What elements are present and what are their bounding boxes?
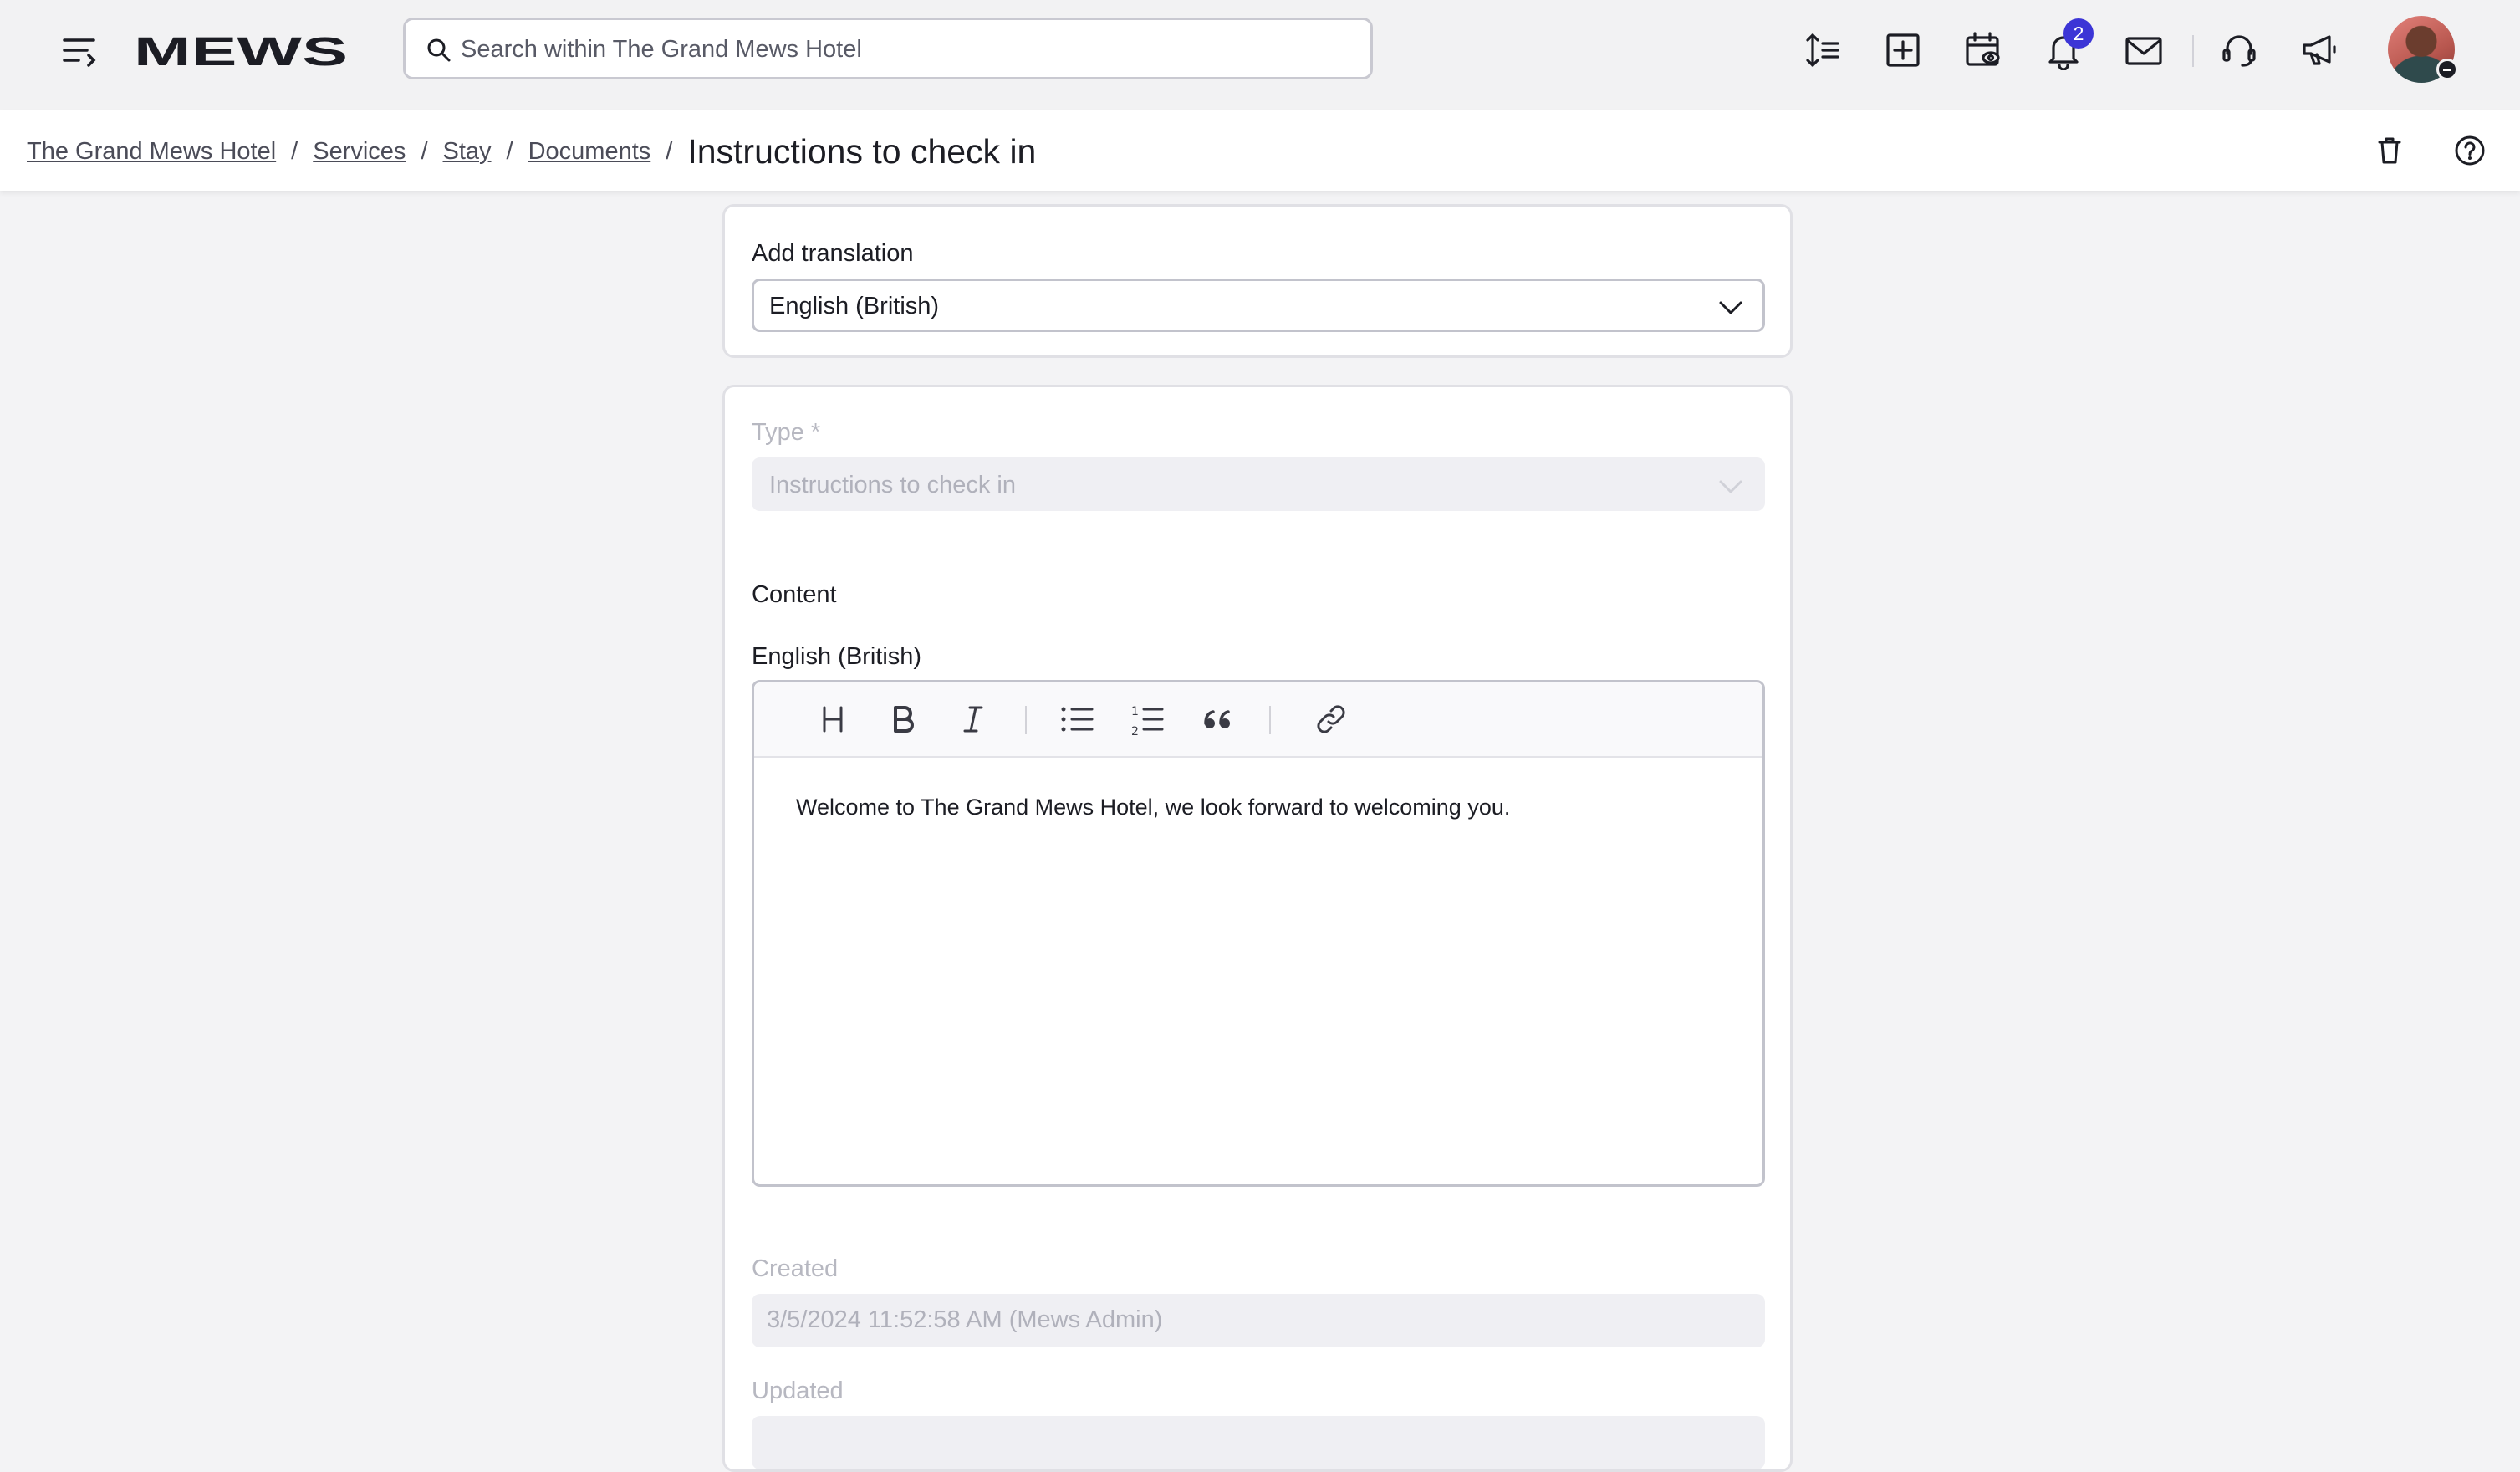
status-icon	[2436, 59, 2458, 80]
breadcrumb-separator: /	[291, 137, 298, 165]
quote-icon[interactable]	[1199, 701, 1236, 738]
italic-icon[interactable]	[955, 701, 992, 738]
breadcrumb-separator: /	[421, 137, 428, 165]
bullet-list-icon[interactable]	[1059, 701, 1095, 738]
editor-content[interactable]: Welcome to The Grand Mews Hotel, we look…	[796, 795, 1716, 820]
breadcrumb-link-stay[interactable]: Stay	[443, 138, 492, 166]
heading-icon[interactable]	[814, 701, 851, 738]
created-value: 3/5/2024 11:52:58 AM (Mews Admin)	[767, 1306, 1163, 1333]
notifications-badge: 2	[2063, 18, 2094, 49]
type-select-value: Instructions to check in	[769, 472, 1016, 498]
breadcrumb-link-hotel[interactable]: The Grand Mews Hotel	[27, 138, 276, 166]
search-input[interactable]	[459, 28, 1349, 70]
updated-field	[752, 1416, 1765, 1469]
top-bar: MEWS 2	[0, 0, 2520, 110]
bold-icon[interactable]	[885, 701, 921, 738]
megaphone-icon[interactable]	[2299, 30, 2339, 70]
toolbar-divider	[2192, 35, 2194, 67]
breadcrumb: The Grand Mews Hotel / Services / Stay /…	[27, 130, 1036, 172]
add-translation-label: Add translation	[752, 240, 914, 267]
editor-toolbar: 12	[754, 682, 1762, 758]
link-icon[interactable]	[1313, 701, 1349, 738]
page-title: Instructions to check in	[687, 131, 1037, 171]
created-label: Created	[752, 1255, 839, 1282]
updated-label: Updated	[752, 1377, 844, 1404]
menu-icon[interactable]	[62, 33, 100, 70]
toolbar-divider	[1269, 706, 1271, 734]
help-icon[interactable]	[2450, 130, 2490, 171]
translation-select[interactable]: English (British)	[752, 279, 1765, 332]
translation-select-value: English (British)	[769, 293, 940, 319]
breadcrumb-link-services[interactable]: Services	[313, 138, 406, 166]
search-box[interactable]	[403, 18, 1373, 79]
mail-icon[interactable]	[2124, 30, 2164, 70]
language-label: English (British)	[752, 643, 922, 670]
search-icon	[427, 38, 451, 62]
toolbar-divider	[1025, 706, 1027, 734]
svg-text:1: 1	[1131, 705, 1139, 718]
numbered-list-icon[interactable]: 12	[1129, 701, 1166, 739]
breadcrumb-bar: The Grand Mews Hotel / Services / Stay /…	[0, 110, 2520, 191]
chevron-down-icon	[1719, 480, 1742, 493]
add-box-icon[interactable]	[1883, 30, 1923, 70]
type-select: Instructions to check in	[752, 457, 1765, 511]
created-field: 3/5/2024 11:52:58 AM (Mews Admin)	[752, 1294, 1765, 1347]
breadcrumb-link-documents[interactable]: Documents	[528, 138, 651, 166]
logo-text: MEWS	[134, 32, 348, 69]
line-spacing-icon[interactable]	[1803, 30, 1843, 70]
content-label: Content	[752, 581, 837, 608]
document-form-card: Type * Instructions to check in Content …	[722, 385, 1793, 1472]
type-label: Type *	[752, 419, 821, 446]
svg-text:2: 2	[1131, 725, 1139, 738]
rich-text-editor: 12 Welcome to The Grand Mews Hotel, we l…	[752, 680, 1765, 1187]
breadcrumb-separator: /	[506, 137, 513, 165]
chevron-down-icon	[1719, 301, 1742, 314]
trash-icon[interactable]	[2370, 130, 2410, 171]
mews-logo[interactable]: MEWS	[134, 32, 351, 69]
translation-card: Add translation English (British)	[722, 204, 1793, 358]
calendar-view-icon[interactable]	[1963, 30, 2003, 70]
headset-icon[interactable]	[2219, 30, 2259, 70]
breadcrumb-separator: /	[666, 137, 673, 165]
